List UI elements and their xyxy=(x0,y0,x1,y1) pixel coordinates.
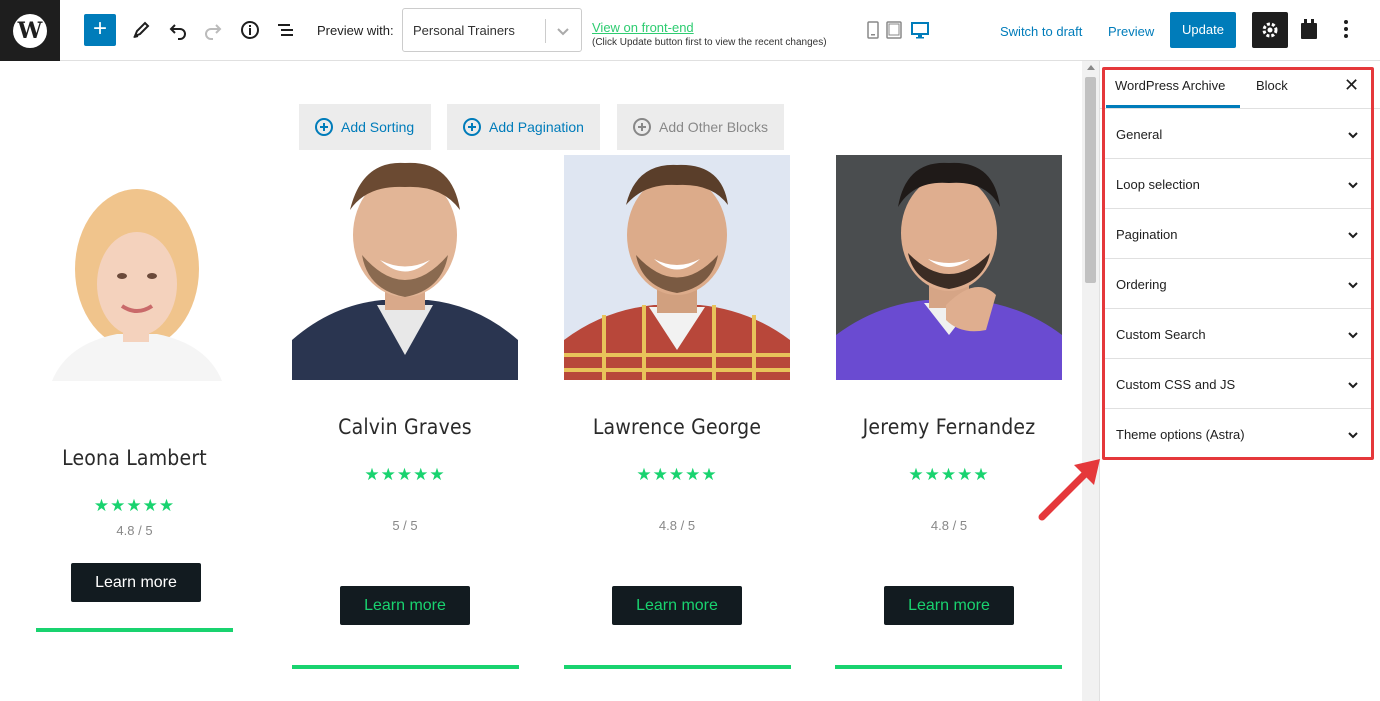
card-accent-bar xyxy=(36,628,233,632)
star-rating-icon: ★★★★★ xyxy=(636,465,718,484)
preview-with-select[interactable]: Personal Trainers xyxy=(402,8,582,52)
undo-icon xyxy=(169,24,186,40)
redo-button[interactable] xyxy=(200,17,226,43)
plus-circle-icon xyxy=(315,118,333,136)
rating-value: 4.8 / 5 xyxy=(930,518,968,533)
wordpress-logo-button[interactable]: W xyxy=(0,0,60,61)
annotation-highlight-box xyxy=(1102,67,1374,460)
avatar-lawrence-george xyxy=(564,155,790,380)
view-on-front-end-link[interactable]: View on front-end xyxy=(592,20,694,35)
learn-more-button[interactable]: Learn more xyxy=(612,586,742,625)
trainer-photo xyxy=(292,155,518,380)
add-other-blocks-label: Add Other Blocks xyxy=(659,119,768,135)
desktop-icon[interactable] xyxy=(911,21,929,39)
scrollbar-thumb[interactable] xyxy=(1085,77,1096,283)
trainer-name: Leona Lambert xyxy=(62,446,207,470)
learn-more-button[interactable]: Learn more xyxy=(71,563,201,602)
scroll-up-arrow-icon[interactable] xyxy=(1087,65,1095,70)
settings-button[interactable] xyxy=(1252,12,1288,48)
rating-value: 4.8 / 5 xyxy=(658,518,696,533)
avatar-leona-lambert xyxy=(37,184,232,381)
tools-button[interactable] xyxy=(128,17,154,43)
trainer-name: Jeremy Fernandez xyxy=(862,415,1036,439)
add-pagination-button[interactable]: Add Pagination xyxy=(447,104,600,150)
rating-value: 5 / 5 xyxy=(392,518,418,533)
trainer-photo xyxy=(836,155,1062,380)
view-note-text: (Click Update button first to view the r… xyxy=(592,37,827,48)
update-button[interactable]: Update xyxy=(1170,12,1236,48)
editor-canvas: Add Sorting Add Pagination Add Other Blo… xyxy=(0,61,1082,701)
star-rating-icon: ★★★★★ xyxy=(93,496,176,515)
add-sorting-label: Add Sorting xyxy=(341,119,415,135)
learn-more-button[interactable]: Learn more xyxy=(884,586,1014,625)
card-accent-bar xyxy=(835,665,1062,669)
preview-with-label: Preview with: xyxy=(317,23,394,38)
trainer-name: Calvin Graves xyxy=(338,415,472,439)
trainer-name: Lawrence George xyxy=(592,415,762,439)
select-separator xyxy=(545,19,546,43)
add-sorting-button[interactable]: Add Sorting xyxy=(299,104,431,150)
chevron-down-icon xyxy=(557,28,569,36)
info-icon xyxy=(241,21,259,39)
undo-button[interactable] xyxy=(165,17,191,43)
list-view-button[interactable] xyxy=(273,17,299,43)
annotation-arrow-icon xyxy=(1038,459,1100,521)
canvas-scrollbar[interactable] xyxy=(1082,61,1100,701)
list-view-icon xyxy=(278,24,293,36)
plus-circle-icon xyxy=(463,118,481,136)
plus-circle-icon xyxy=(633,118,651,136)
details-button[interactable] xyxy=(237,17,263,43)
rating-value: 4.8 / 5 xyxy=(116,523,153,538)
pencil-icon xyxy=(133,21,150,38)
wordpress-logo-icon: W xyxy=(13,13,47,48)
gear-icon xyxy=(1262,22,1278,38)
star-rating-icon: ★★★★★ xyxy=(908,465,990,484)
plus-icon: + xyxy=(92,15,107,42)
redo-icon xyxy=(205,24,222,40)
star-rating-icon: ★★★★★ xyxy=(364,465,446,484)
trainer-photo xyxy=(564,155,790,380)
tablet-icon[interactable] xyxy=(886,21,902,39)
avatar-jeremy-fernandez xyxy=(836,155,1062,380)
trainer-photo xyxy=(37,184,232,381)
card-accent-bar xyxy=(292,665,519,669)
preview-select-value: Personal Trainers xyxy=(413,23,515,38)
learn-more-button[interactable]: Learn more xyxy=(340,586,470,625)
more-vertical-icon[interactable] xyxy=(1338,17,1354,41)
plugin-icon[interactable] xyxy=(1298,17,1320,41)
switch-to-draft-button[interactable]: Switch to draft xyxy=(1000,24,1082,39)
card-accent-bar xyxy=(564,665,791,669)
mobile-icon[interactable] xyxy=(866,21,880,39)
add-other-blocks-button[interactable]: Add Other Blocks xyxy=(617,104,784,150)
add-pagination-label: Add Pagination xyxy=(489,119,584,135)
editor-top-bar: W + Preview with: Personal Trainers View… xyxy=(0,0,1380,61)
avatar-calvin-graves xyxy=(292,155,518,380)
add-block-button[interactable]: + xyxy=(84,14,116,46)
preview-button[interactable]: Preview xyxy=(1108,24,1154,39)
